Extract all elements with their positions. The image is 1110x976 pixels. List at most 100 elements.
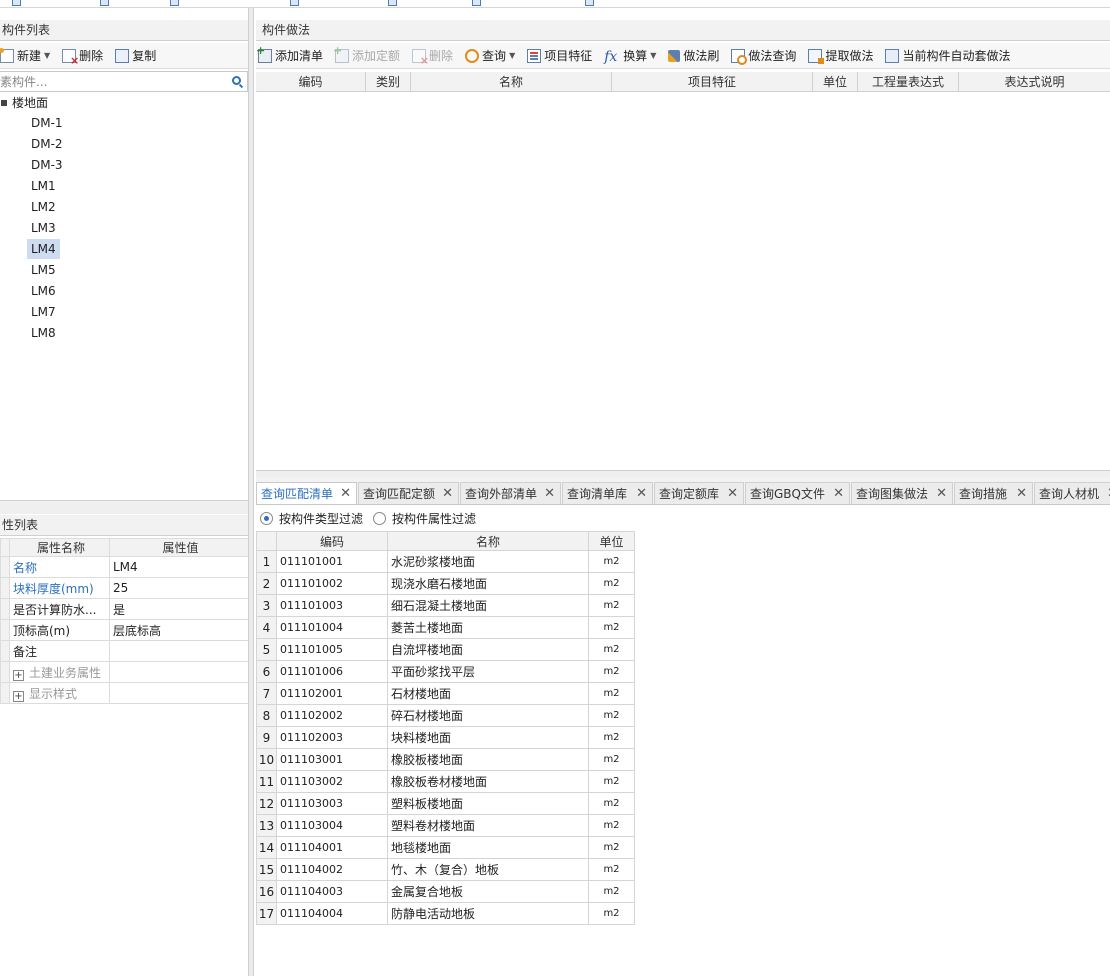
tab-atlas-method[interactable]: 查询图集做法 ✕: [851, 482, 953, 504]
tree-item[interactable]: LM1: [27, 176, 60, 196]
radio-selected-icon[interactable]: [260, 511, 273, 525]
property-group-row[interactable]: + 显示样式: [0, 682, 249, 704]
tree-item[interactable]: LM6: [27, 281, 60, 301]
radio-icon[interactable]: [373, 511, 387, 525]
table-row[interactable]: 11 011103002 橡胶板卷材楼地面 m2: [256, 770, 635, 793]
property-value[interactable]: [109, 640, 249, 662]
close-icon[interactable]: ✕: [727, 483, 738, 504]
item-feature-button[interactable]: 项目特征: [527, 47, 592, 64]
column-header-expr-desc[interactable]: 表达式说明: [959, 72, 1110, 92]
table-row[interactable]: 10 011103001 橡胶板楼地面 m2: [256, 748, 635, 771]
method-delete-button[interactable]: 删除: [412, 47, 453, 67]
add-list-button[interactable]: 添加清单: [256, 44, 323, 64]
method-brush-button[interactable]: 做法刷: [668, 47, 719, 64]
column-header-category[interactable]: 类别: [366, 72, 411, 92]
result-header-name[interactable]: 名称: [387, 531, 589, 551]
close-icon[interactable]: ✕: [340, 483, 351, 504]
tree-item[interactable]: LM7: [27, 302, 60, 322]
convert-button[interactable]: fx 换算 ▼: [604, 47, 656, 65]
table-row[interactable]: 16 011104003 金属复合地板 m2: [256, 880, 635, 903]
property-value[interactable]: 层底标高: [109, 619, 249, 641]
extract-method-button[interactable]: 提取做法: [808, 47, 873, 64]
filter-by-type-radio[interactable]: 按构件类型过滤: [260, 510, 363, 527]
table-row[interactable]: 5 011101005 自流坪楼地面 m2: [256, 638, 635, 661]
vertical-splitter[interactable]: [248, 8, 254, 976]
tree-item[interactable]: LM2: [27, 197, 60, 217]
tree-item[interactable]: LM5: [27, 260, 60, 280]
new-button[interactable]: 新建 ▼: [0, 47, 50, 64]
property-value[interactable]: 是: [109, 598, 249, 620]
property-group-row[interactable]: + 土建业务属性: [0, 661, 249, 683]
table-row[interactable]: 12 011103003 塑料板楼地面 m2: [256, 792, 635, 815]
tree-item[interactable]: LM8: [27, 323, 60, 343]
table-row[interactable]: 2 011101002 现浇水磨石楼地面 m2: [256, 572, 635, 595]
search-icon[interactable]: [232, 76, 241, 85]
tab-list-library[interactable]: 查询清单库 ✕: [562, 482, 653, 504]
method-query-button[interactable]: 做法查询: [731, 47, 796, 65]
property-row[interactable]: 名称 LM4: [0, 556, 249, 578]
tab-labor-material[interactable]: 查询人材机✕: [1034, 482, 1110, 504]
result-header-code[interactable]: 编码: [276, 531, 388, 551]
left-splitter[interactable]: [0, 500, 248, 514]
tab-match-list[interactable]: 查询匹配清单 ✕: [256, 482, 357, 504]
table-row[interactable]: 14 011104001 地毯楼地面 m2: [256, 836, 635, 859]
property-value[interactable]: LM4: [109, 556, 249, 578]
tree-item[interactable]: LM3: [27, 218, 60, 238]
right-splitter[interactable]: [256, 470, 1110, 478]
close-icon[interactable]: ✕: [544, 483, 555, 504]
table-row[interactable]: 15 011104002 竹、木（复合）地板 m2: [256, 858, 635, 881]
close-icon[interactable]: ✕: [936, 483, 947, 504]
property-row[interactable]: 顶标高(m) 层底标高: [0, 619, 249, 641]
column-header-name[interactable]: 名称: [411, 72, 612, 92]
property-group[interactable]: + 显示样式: [9, 682, 110, 704]
table-row[interactable]: 4 011101004 菱苦土楼地面 m2: [256, 616, 635, 639]
row-marker: [0, 598, 10, 620]
auto-method-button[interactable]: 当前构件自动套做法: [885, 47, 1010, 64]
component-search-input[interactable]: [0, 72, 220, 91]
tree-item[interactable]: DM-1: [27, 113, 67, 133]
delete-button[interactable]: 删除: [62, 47, 103, 67]
table-row[interactable]: 1 011101001 水泥砂浆楼地面 m2: [256, 550, 635, 573]
close-icon[interactable]: ✕: [833, 483, 844, 504]
tree-root-floor[interactable]: 楼地面: [0, 93, 48, 113]
add-quota-button[interactable]: 添加定额: [333, 44, 400, 64]
result-header-unit[interactable]: 单位: [588, 531, 635, 551]
close-icon[interactable]: ✕: [1016, 483, 1027, 504]
column-header-feature[interactable]: 项目特征: [612, 72, 813, 92]
property-value[interactable]: 25: [109, 577, 249, 599]
column-header-quantity-expr[interactable]: 工程量表达式: [858, 72, 959, 92]
table-row[interactable]: 9 011102003 块料楼地面 m2: [256, 726, 635, 749]
copy-button[interactable]: 复制: [115, 47, 156, 64]
tab-gbq-file[interactable]: 查询GBQ文件 ✕: [745, 482, 850, 504]
tab-external-list[interactable]: 查询外部清单 ✕: [460, 482, 561, 504]
table-row[interactable]: 7 011102001 石材楼地面 m2: [256, 682, 635, 705]
expand-icon[interactable]: +: [13, 669, 24, 681]
result-name: 平面砂浆找平层: [387, 660, 589, 683]
filter-by-attr-radio[interactable]: 按构件属性过滤: [373, 510, 476, 527]
tree-item[interactable]: DM-3: [27, 155, 67, 175]
property-group[interactable]: + 土建业务属性: [9, 661, 110, 683]
table-row[interactable]: 13 011103004 塑料卷材楼地面 m2: [256, 814, 635, 837]
close-icon[interactable]: ✕: [442, 483, 453, 504]
column-header-code[interactable]: 编码: [256, 72, 366, 92]
table-row[interactable]: 17 011104004 防静电活动地板 m2: [256, 902, 635, 925]
method-grid-body[interactable]: [256, 92, 1110, 470]
expand-icon[interactable]: +: [13, 690, 24, 702]
property-row[interactable]: 块料厚度(mm) 25: [0, 577, 249, 599]
tab-quota-library[interactable]: 查询定额库 ✕: [654, 482, 744, 504]
table-row[interactable]: 3 011101003 细石混凝土楼地面 m2: [256, 594, 635, 617]
property-name: 块料厚度(mm): [9, 577, 110, 599]
tree-item-selected[interactable]: LM4: [27, 239, 60, 259]
collapse-icon[interactable]: [1, 100, 7, 106]
column-header-unit[interactable]: 单位: [813, 72, 858, 92]
property-row[interactable]: 是否计算防水... 是: [0, 598, 249, 620]
tab-measures[interactable]: 查询措施 ✕: [954, 482, 1033, 504]
tree-item[interactable]: DM-2: [27, 134, 67, 154]
tab-match-quota[interactable]: 查询匹配定额 ✕: [358, 482, 459, 504]
query-button[interactable]: 查询 ▼: [465, 47, 515, 64]
table-row[interactable]: 6 011101006 平面砂浆找平层 m2: [256, 660, 635, 683]
close-icon[interactable]: ✕: [636, 483, 647, 504]
component-search[interactable]: [0, 71, 248, 92]
property-row[interactable]: 备注: [0, 640, 249, 662]
table-row[interactable]: 8 011102002 碎石材楼地面 m2: [256, 704, 635, 727]
